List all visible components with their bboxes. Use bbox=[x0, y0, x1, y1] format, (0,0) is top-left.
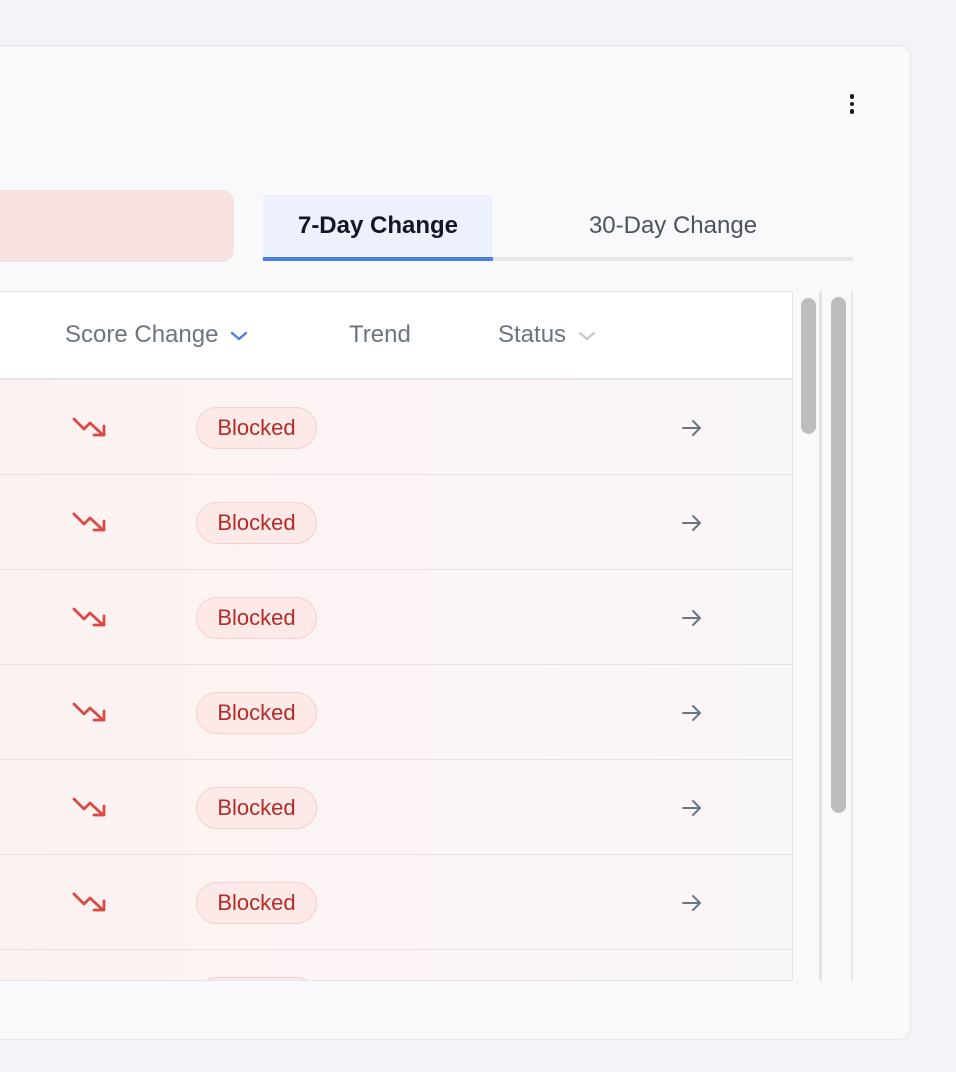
chevron-down-icon bbox=[578, 321, 596, 349]
score-table: Score Change Trend Status Blocked Blocked… bbox=[0, 291, 793, 981]
kebab-dot bbox=[849, 101, 855, 107]
column-label: Status bbox=[498, 321, 567, 348]
trending-down-icon bbox=[72, 509, 110, 535]
arrow-right-icon[interactable] bbox=[680, 416, 704, 440]
table-scrollbar[interactable] bbox=[794, 291, 822, 981]
arrow-right-icon[interactable] bbox=[680, 606, 704, 630]
table-row[interactable]: Blocked bbox=[0, 570, 792, 665]
trending-down-icon bbox=[72, 604, 110, 630]
column-label: Score Change bbox=[65, 321, 219, 348]
arrow-right-icon[interactable] bbox=[680, 701, 704, 725]
status-badge: Blocked bbox=[196, 597, 317, 639]
status-badge: Blocked bbox=[196, 502, 317, 544]
panel-scrollbar[interactable] bbox=[825, 291, 853, 981]
trending-down-icon bbox=[72, 414, 110, 440]
status-badge: Blocked bbox=[196, 787, 317, 829]
alert-banner bbox=[0, 190, 234, 262]
trending-down-icon bbox=[72, 889, 110, 915]
trending-down-icon bbox=[72, 794, 110, 820]
status-badge: Blocked bbox=[196, 977, 317, 980]
column-header-status[interactable]: Status bbox=[498, 292, 596, 378]
table-row[interactable]: Blocked bbox=[0, 950, 792, 980]
column-label: Trend bbox=[349, 321, 411, 348]
status-badge: Blocked bbox=[196, 407, 317, 449]
kebab-dot bbox=[849, 94, 855, 99]
arrow-right-icon[interactable] bbox=[680, 511, 704, 535]
column-header-score-change[interactable]: Score Change bbox=[65, 292, 248, 378]
tab-30-day-change[interactable]: 30-Day Change bbox=[493, 195, 853, 257]
column-header-trend: Trend bbox=[349, 292, 411, 378]
scrollbar-thumb[interactable] bbox=[831, 297, 846, 813]
arrow-right-icon[interactable] bbox=[680, 796, 704, 820]
chevron-down-icon bbox=[230, 321, 248, 349]
status-badge: Blocked bbox=[196, 882, 317, 924]
table-header: Score Change Trend Status bbox=[0, 292, 792, 380]
table-row[interactable]: Blocked bbox=[0, 475, 792, 570]
kebab-dot bbox=[849, 109, 855, 114]
table-row[interactable]: Blocked bbox=[0, 855, 792, 950]
table-row[interactable]: Blocked bbox=[0, 665, 792, 760]
trending-down-icon bbox=[72, 699, 110, 725]
scrollbar-thumb[interactable] bbox=[801, 298, 816, 434]
arrow-right-icon[interactable] bbox=[680, 891, 704, 915]
table-row[interactable]: Blocked bbox=[0, 760, 792, 855]
status-badge: Blocked bbox=[196, 692, 317, 734]
tab-7-day-change[interactable]: 7-Day Change bbox=[263, 195, 493, 261]
kebab-menu-icon[interactable] bbox=[840, 88, 864, 120]
table-row[interactable]: Blocked bbox=[0, 380, 792, 475]
period-tabs: 7-Day Change 30-Day Change bbox=[263, 195, 853, 261]
